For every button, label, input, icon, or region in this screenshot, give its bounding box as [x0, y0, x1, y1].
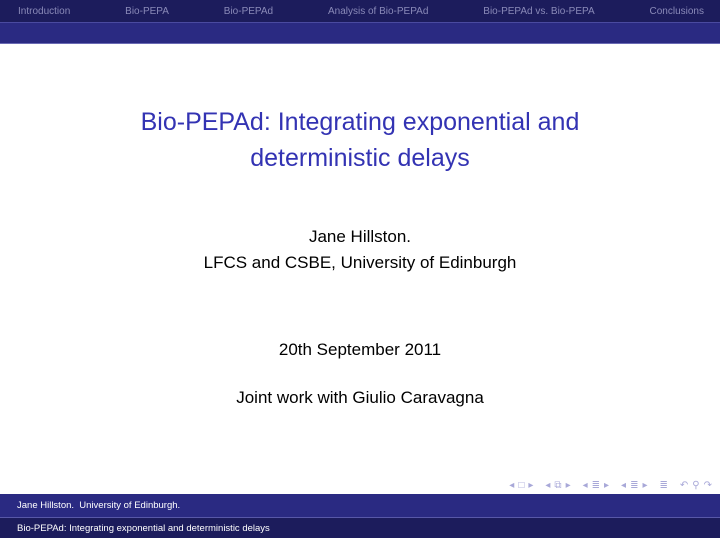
frame-icon[interactable]: □: [516, 480, 526, 491]
footer-author-bar: Jane Hillston. University of Edinburgh.: [0, 494, 720, 518]
document-icon[interactable]: ≣: [628, 480, 640, 491]
nav-section-analysis[interactable]: Analysis of Bio-PEPAd: [328, 6, 428, 17]
undo-icon[interactable]: ↶: [678, 480, 690, 491]
presentation-icon[interactable]: ≣: [658, 480, 670, 491]
subsection-icon[interactable]: ⧉: [552, 480, 563, 491]
footer-title-bar: Bio-PEPAd: Integrating exponential and d…: [0, 518, 720, 538]
next-doc-arrow-icon[interactable]: ▸: [640, 480, 649, 491]
next-subsection-arrow-icon[interactable]: ▸: [564, 480, 573, 491]
next-frame-arrow-icon[interactable]: ▸: [526, 480, 535, 491]
footer-author: Jane Hillston. University of Edinburgh.: [17, 500, 181, 511]
joint-work-note: Joint work with Giulio Caravagna: [236, 388, 484, 407]
redo-icon[interactable]: ↷: [702, 480, 714, 491]
prev-section-arrow-icon[interactable]: ◂: [581, 480, 590, 491]
section-navigation-bar: Introduction Bio-PEPA Bio-PEPAd Analysis…: [0, 0, 720, 22]
search-icon[interactable]: ⚲: [690, 480, 701, 491]
author-name: Jane Hillston.: [308, 227, 412, 246]
slide-title: Bio-PEPAd: Integrating exponential and d…: [0, 104, 720, 176]
presentation-date: 20th September 2011: [278, 340, 442, 359]
nav-section-introduction[interactable]: Introduction: [18, 6, 70, 17]
slide-title-line-1: Bio-PEPAd: Integrating exponential and: [140, 108, 580, 136]
section-icon[interactable]: ≣: [590, 480, 602, 491]
slide-title-line-2: deterministic delays: [250, 144, 470, 172]
subsection-bar: [0, 22, 720, 44]
author-affiliation: LFCS and CSBE, University of Edinburgh: [203, 253, 517, 272]
footer-title: Bio-PEPAd: Integrating exponential and d…: [17, 522, 270, 534]
prev-frame-arrow-icon[interactable]: ◂: [507, 480, 516, 491]
next-section-arrow-icon[interactable]: ▸: [602, 480, 611, 491]
beamer-navigation-symbols: ◂ □ ▸ ◂ ⧉ ▸ ◂ ≣ ▸ ◂ ≣ ▸ ≣ ↶ ⚲ ↷: [507, 478, 714, 492]
author-block: Jane Hillston. LFCS and CSBE, University…: [0, 224, 720, 276]
nav-section-bio-pepad[interactable]: Bio-PEPAd: [224, 6, 273, 17]
nav-section-conclusions[interactable]: Conclusions: [650, 6, 704, 17]
prev-subsection-arrow-icon[interactable]: ◂: [543, 480, 552, 491]
prev-doc-arrow-icon[interactable]: ◂: [619, 480, 628, 491]
nav-section-bio-pepa[interactable]: Bio-PEPA: [125, 6, 169, 17]
nav-section-comparison[interactable]: Bio-PEPAd vs. Bio-PEPA: [483, 6, 594, 17]
